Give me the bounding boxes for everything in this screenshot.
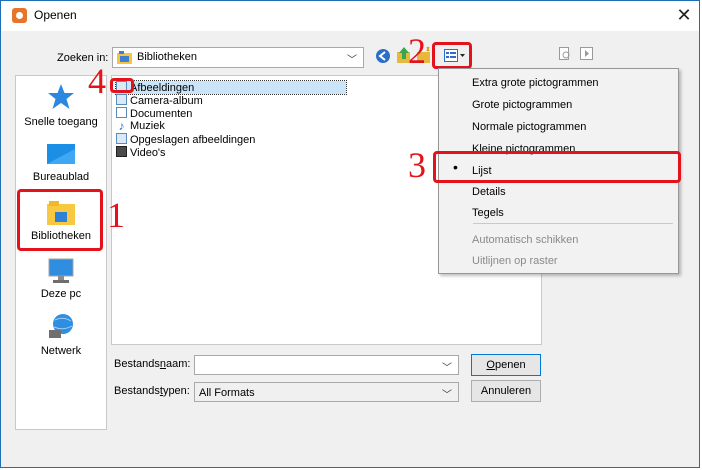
list-item[interactable]: Afbeeldingen: [115, 80, 347, 95]
chevron-down-icon: ﹀: [442, 390, 452, 401]
place-label: Deze pc: [40, 288, 82, 300]
menu-item-auto-arrange: Automatisch schikken: [472, 234, 579, 246]
filetype-value: All Formats: [199, 387, 255, 399]
cancel-button[interactable]: Annuleren: [471, 380, 541, 402]
list-item[interactable]: Video's: [116, 146, 166, 159]
back-icon[interactable]: [375, 48, 391, 64]
view-menu-button[interactable]: [444, 49, 466, 63]
menu-item-details[interactable]: Details: [472, 186, 506, 198]
place-label: Snelle toegang: [24, 116, 98, 128]
network-icon: [46, 313, 76, 341]
place-label: Netwerk: [40, 345, 82, 357]
list-option-highlight: [433, 151, 681, 183]
annotation-number: 1: [107, 195, 125, 235]
preview-icon[interactable]: [558, 47, 572, 61]
libraries-icon: [117, 51, 132, 64]
menu-item-medium-icons[interactable]: Normale pictogrammen: [472, 121, 586, 133]
menu-item-tiles[interactable]: Tegels: [472, 207, 504, 219]
close-icon[interactable]: ✕: [672, 3, 696, 27]
list-item[interactable]: ♪ Muziek: [116, 120, 165, 133]
videos-icon: [116, 146, 127, 157]
pictures-icon: [116, 133, 127, 144]
annotation-number: 2: [408, 31, 426, 71]
chevron-down-icon: ﹀: [442, 363, 452, 374]
pictures-icon: [116, 94, 127, 105]
menu-separator: [473, 223, 673, 224]
filetype-combobox[interactable]: All Formats ﹀: [194, 382, 459, 402]
places-bar: Snelle toegang Bureaublad Bibliotheken D…: [15, 75, 107, 430]
play-icon[interactable]: [580, 47, 594, 61]
annotation-number: 4: [88, 61, 106, 101]
menu-item-large-icons[interactable]: Grote pictogrammen: [472, 99, 572, 111]
place-this-pc[interactable]: Deze pc: [16, 258, 106, 300]
filetype-label: Bestandstypen:: [114, 385, 190, 397]
title-bar: [1, 1, 699, 31]
documents-icon: [116, 107, 127, 118]
place-desktop[interactable]: Bureaublad: [16, 143, 106, 183]
open-button[interactable]: Openen: [471, 354, 541, 376]
menu-item-align-to-grid: Uitlijnen op raster: [472, 255, 558, 267]
list-item[interactable]: Opgeslagen afbeeldingen: [116, 133, 255, 146]
music-icon: ♪: [118, 119, 125, 133]
menu-item-extra-large-icons[interactable]: Extra grote pictogrammen: [472, 77, 599, 89]
place-label: Bureaublad: [32, 171, 90, 183]
star-icon: [46, 82, 76, 112]
app-icon: [12, 8, 27, 23]
computer-icon: [46, 258, 76, 284]
chevron-down-icon: ﹀: [347, 55, 357, 66]
place-network[interactable]: Netwerk: [16, 313, 106, 357]
window-title: Openen: [34, 8, 77, 22]
desktop-icon: [46, 143, 76, 167]
look-in-combobox[interactable]: Bibliotheken ﹀: [112, 47, 364, 68]
libraries-highlight: [17, 189, 103, 251]
filename-combobox[interactable]: ﹀: [194, 355, 459, 375]
annotation-number: 3: [408, 145, 426, 185]
list-item[interactable]: Camera-album: [116, 94, 203, 107]
filename-label: Bestandsnaam:: [114, 358, 191, 370]
look-in-value: Bibliotheken: [137, 51, 197, 63]
list-item[interactable]: Documenten: [116, 107, 192, 120]
first-item-highlight: [110, 78, 134, 93]
